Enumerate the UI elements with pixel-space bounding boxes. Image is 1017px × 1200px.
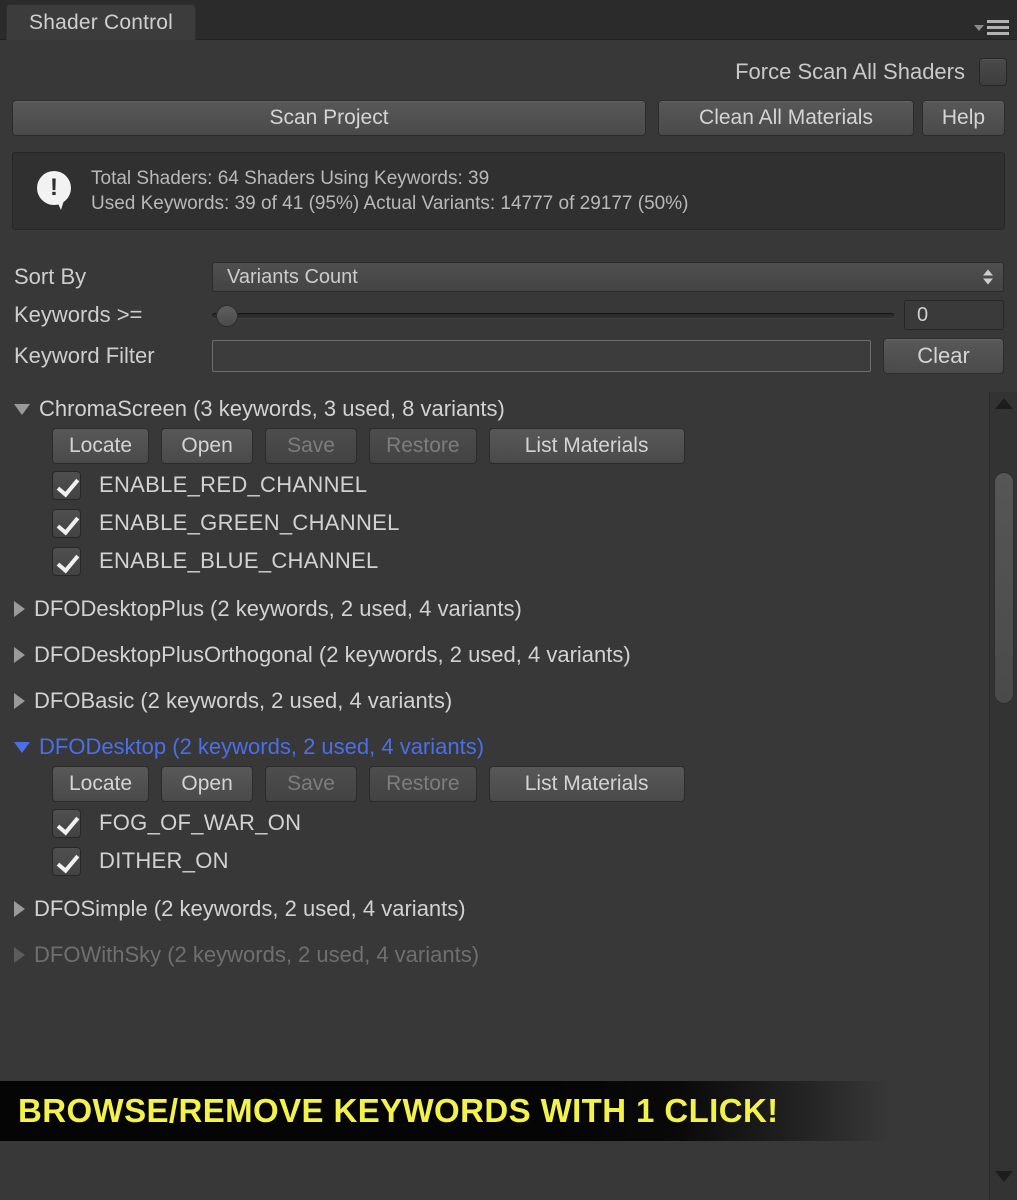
shader-row[interactable]: DFOWithSky (2 keywords, 2 used, 4 varian… [0, 938, 975, 972]
shader-list[interactable]: ChromaScreen (3 keywords, 3 used, 8 vari… [0, 392, 975, 1132]
tab-shader-control[interactable]: Shader Control [6, 4, 197, 40]
keywords-threshold-label: Keywords >= [14, 302, 143, 327]
shader-name: DFODesktopPlusOrthogonal (2 keywords, 2 … [34, 642, 631, 667]
keyword-checkbox[interactable] [52, 846, 81, 876]
keyword-checkbox[interactable] [52, 470, 81, 500]
shader-control-window: Shader Control Force Scan All Shaders Sc… [0, 0, 1017, 1200]
triangle-right-icon[interactable] [14, 647, 25, 663]
shader-row[interactable]: DFODesktopPlus (2 keywords, 2 used, 4 va… [0, 592, 975, 626]
sort-by-row: Sort By Variants Count [14, 262, 1004, 292]
triangle-right-icon[interactable] [14, 901, 25, 917]
slider-track [212, 313, 894, 318]
info-exclamation-icon: ! [37, 171, 71, 211]
keyword-label: ENABLE_BLUE_CHANNEL [99, 548, 379, 573]
keyword-row[interactable]: ENABLE_BLUE_CHANNEL [0, 542, 975, 580]
clean-all-materials-button[interactable]: Clean All Materials [658, 100, 914, 136]
keyword-filter-input[interactable] [212, 340, 871, 372]
shader-name: DFOWithSky (2 keywords, 2 used, 4 varian… [34, 942, 480, 967]
force-scan-label: Force Scan All Shaders [735, 59, 965, 84]
list-materials-button[interactable]: List Materials [488, 428, 685, 464]
clear-button[interactable]: Clear [883, 338, 1004, 374]
sort-by-label: Sort By [14, 264, 87, 289]
restore-button: Restore [369, 766, 477, 802]
shader-actions: Locate Open Save Restore List Materials [0, 764, 975, 804]
shader-name: DFOBasic (2 keywords, 2 used, 4 variants… [34, 688, 453, 713]
keyword-label: FOG_OF_WAR_ON [99, 810, 302, 835]
list-materials-button[interactable]: List Materials [488, 766, 685, 802]
shader-name: DFODesktopPlus (2 keywords, 2 used, 4 va… [34, 596, 522, 621]
shader-row[interactable]: DFODesktopPlusOrthogonal (2 keywords, 2 … [0, 638, 975, 672]
scroll-up-arrow-icon[interactable] [994, 398, 1013, 409]
keyword-row[interactable]: DITHER_ON [0, 842, 975, 880]
keywords-threshold-input[interactable]: 0 [904, 300, 1004, 330]
keyword-checkbox[interactable] [52, 546, 81, 576]
keywords-threshold-row: Keywords >= 0 [14, 300, 1004, 330]
window-tab-bar: Shader Control [0, 0, 1017, 40]
triangle-right-icon[interactable] [14, 947, 25, 963]
triangle-right-icon[interactable] [14, 601, 25, 617]
shader-name: ChromaScreen (3 keywords, 3 used, 8 vari… [39, 396, 505, 421]
updown-arrows-icon [983, 269, 993, 285]
triangle-down-icon[interactable] [14, 741, 30, 753]
open-button[interactable]: Open [161, 766, 254, 802]
triangle-down-icon[interactable] [14, 403, 30, 415]
panel-menu-icon[interactable] [974, 20, 1009, 35]
locate-button[interactable]: Locate [52, 428, 150, 464]
scrollbar-thumb[interactable] [994, 472, 1014, 704]
info-box: ! Total Shaders: 64 Shaders Using Keywor… [12, 152, 1005, 230]
keyword-filter-label: Keyword Filter [14, 343, 155, 368]
help-button[interactable]: Help [922, 100, 1005, 136]
keyword-checkbox[interactable] [52, 508, 81, 538]
toolbar-buttons: Scan Project Clean All Materials Help [12, 100, 1005, 136]
keyword-label: DITHER_ON [99, 848, 229, 873]
save-button: Save [265, 766, 358, 802]
info-line-1: Total Shaders: 64 Shaders Using Keywords… [91, 167, 490, 189]
force-scan-row: Force Scan All Shaders [735, 58, 1007, 86]
hamburger-icon [987, 20, 1009, 35]
promo-banner: BROWSE/REMOVE KEYWORDS WITH 1 CLICK! [0, 1081, 890, 1141]
keyword-row[interactable]: FOG_OF_WAR_ON [0, 804, 975, 842]
tab-label: Shader Control [29, 10, 174, 34]
locate-button[interactable]: Locate [52, 766, 150, 802]
keywords-threshold-slider[interactable] [212, 301, 894, 329]
sort-by-dropdown[interactable]: Variants Count [212, 262, 1004, 292]
scan-project-button[interactable]: Scan Project [12, 100, 646, 136]
keywords-threshold-value: 0 [917, 303, 929, 326]
shader-name: DFODesktop (2 keywords, 2 used, 4 varian… [39, 734, 485, 759]
restore-button: Restore [369, 428, 477, 464]
triangle-right-icon[interactable] [14, 693, 25, 709]
shader-row[interactable]: DFOSimple (2 keywords, 2 used, 4 variant… [0, 892, 975, 926]
shader-row[interactable]: ChromaScreen (3 keywords, 3 used, 8 vari… [0, 392, 975, 426]
open-button[interactable]: Open [161, 428, 254, 464]
shader-row[interactable]: DFOBasic (2 keywords, 2 used, 4 variants… [0, 684, 975, 718]
info-line-2: Used Keywords: 39 of 41 (95%) Actual Var… [91, 192, 689, 214]
keyword-row[interactable]: ENABLE_RED_CHANNEL [0, 466, 975, 504]
vertical-scrollbar[interactable] [989, 392, 1017, 1200]
slider-thumb[interactable] [216, 305, 238, 327]
scroll-down-arrow-icon[interactable] [994, 1171, 1013, 1182]
shader-name: DFOSimple (2 keywords, 2 used, 4 variant… [34, 896, 466, 921]
keyword-checkbox[interactable] [52, 808, 81, 838]
keyword-label: ENABLE_RED_CHANNEL [99, 472, 368, 497]
keyword-filter-row: Keyword Filter Clear [14, 338, 1004, 374]
force-scan-checkbox[interactable] [979, 58, 1007, 86]
chevron-down-icon [974, 24, 984, 31]
shader-actions: Locate Open Save Restore List Materials [0, 426, 975, 466]
shader-row-selected[interactable]: DFODesktop (2 keywords, 2 used, 4 varian… [0, 730, 975, 764]
keyword-label: ENABLE_GREEN_CHANNEL [99, 510, 400, 535]
save-button: Save [265, 428, 358, 464]
promo-banner-text: BROWSE/REMOVE KEYWORDS WITH 1 CLICK! [18, 1092, 779, 1129]
sort-by-value: Variants Count [227, 265, 358, 288]
keyword-row[interactable]: ENABLE_GREEN_CHANNEL [0, 504, 975, 542]
